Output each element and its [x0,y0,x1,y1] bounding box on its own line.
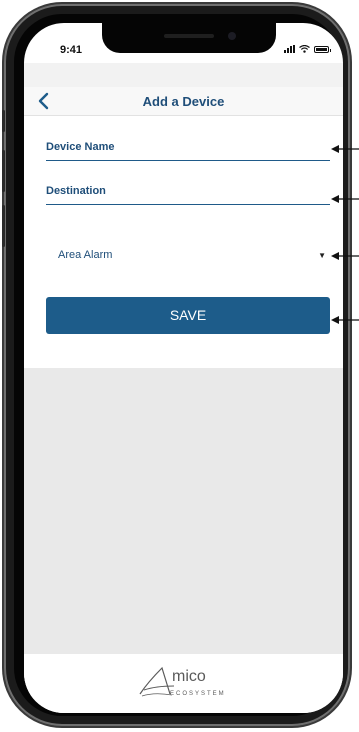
callout-arrow-save [331,314,359,326]
screen: 9:41 Add a Device Device Name Destinatio… [24,23,343,713]
device-name-field[interactable]: Device Name [46,138,330,161]
signal-icon [284,45,295,53]
page-title: Add a Device [142,94,225,109]
battery-fill [316,48,327,51]
area-alarm-selected-value: Area Alarm [58,249,113,261]
device-name-placeholder: Device Name [46,141,115,153]
area-alarm-select[interactable]: Area Alarm ▼ [46,243,330,267]
callout-arrow-device-name [331,143,359,155]
wifi-icon [299,45,310,53]
status-time: 9:41 [60,44,83,56]
status-icons [284,45,331,53]
logo-subtext: ECOSYSTEM [170,691,226,697]
navigation-bar: Add a Device [24,87,343,116]
callout-arrow-destination [331,193,359,205]
destination-placeholder: Destination [46,185,106,197]
speaker-grille [164,34,214,38]
footer: mico ECOSYSTEM [24,654,343,713]
battery-icon [314,46,331,53]
logo-text: mico [172,668,206,685]
save-button[interactable]: SAVE [46,297,330,334]
notch [102,23,276,53]
mute-switch [2,110,5,132]
caret-down-icon: ▼ [318,251,326,260]
front-camera [228,32,236,40]
empty-content-area [24,368,343,654]
amico-ecosystem-logo: mico ECOSYSTEM [134,664,224,704]
callout-arrow-area-alarm [331,250,359,262]
destination-field[interactable]: Destination [46,182,330,205]
volume-up-button [2,150,5,192]
header-band [24,63,343,87]
volume-down-button [2,205,5,247]
